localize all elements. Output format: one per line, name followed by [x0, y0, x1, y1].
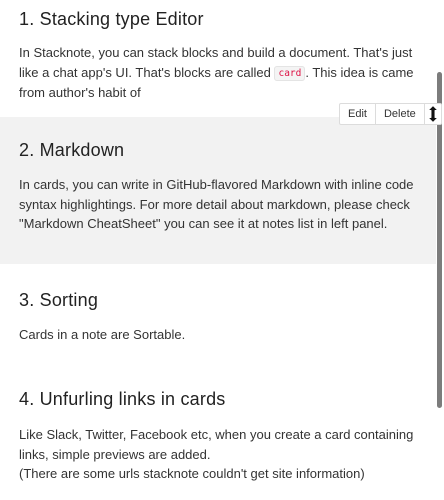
card-markdown[interactable]: 2. Markdown In cards, you can write in G… [0, 117, 436, 264]
stacknote-viewport: 1. Stacking type Editor In Stacknote, yo… [0, 0, 444, 500]
drag-handle[interactable] [425, 104, 441, 124]
edit-button[interactable]: Edit [340, 104, 376, 124]
card-body: In Stacknote, you can stack blocks and b… [19, 43, 417, 103]
card-heading: 1. Stacking type Editor [19, 9, 204, 29]
card-body-line: (There are some urls stacknote couldn't … [19, 466, 365, 481]
card-sorting[interactable]: 3. Sorting Cards in a note are Sortable. [0, 264, 436, 372]
card-heading: 4. Unfurling links in cards [19, 389, 226, 409]
card-heading: 2. Markdown [19, 140, 125, 160]
card-body: In cards, you can write in GitHub-flavor… [19, 177, 414, 231]
card-unfurling-links[interactable]: 4. Unfurling links in cards Like Slack, … [0, 372, 436, 500]
card-stacking-type-editor[interactable]: 1. Stacking type Editor In Stacknote, yo… [0, 0, 436, 117]
card-stack: 1. Stacking type Editor In Stacknote, yo… [0, 0, 436, 500]
card-toolbar: Edit Delete [339, 103, 442, 125]
card-heading: 3. Sorting [19, 290, 99, 310]
delete-button[interactable]: Delete [376, 104, 425, 124]
card-body: Like Slack, Twitter, Facebook etc, when … [19, 425, 417, 484]
inline-code: card [274, 65, 306, 81]
card-body: Cards in a note are Sortable. [19, 327, 186, 342]
vertical-scrollbar[interactable] [436, 0, 444, 500]
card-body-line: Like Slack, Twitter, Facebook etc, when … [19, 427, 414, 462]
vertical-resize-icon [427, 105, 439, 123]
